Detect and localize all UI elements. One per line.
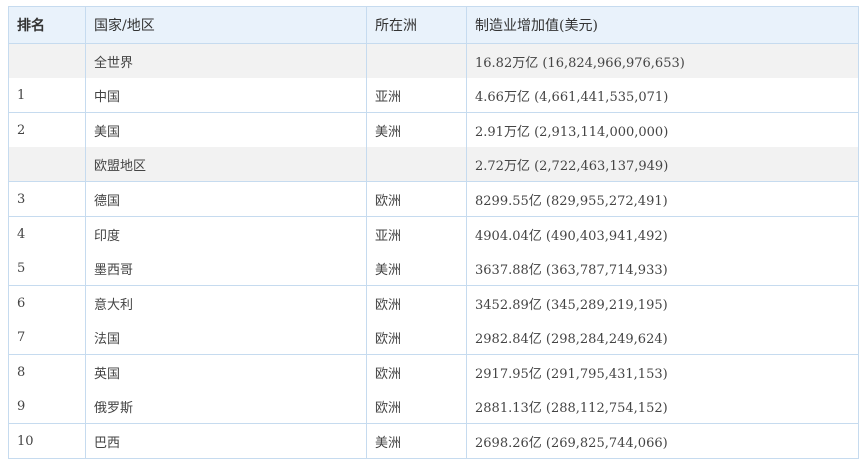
cell-value: 3637.88亿 (363,787,714,933) [466,251,859,286]
table-row: 全世界 16.82万亿 (16,824,966,976,653) [8,43,859,78]
table-row: 10 巴西 美洲 2698.26亿 (269,825,744,066) [8,423,859,459]
cell-rank: 1 [8,78,86,113]
cell-country: 法国 [85,320,367,355]
cell-value: 16.82万亿 (16,824,966,976,653) [466,43,859,78]
cell-country: 全世界 [85,43,367,78]
cell-country: 美国 [85,112,367,147]
table-row: 欧盟地区 2.72万亿 (2,722,463,137,949) [8,147,859,182]
table-row: 4 印度 亚洲 4904.04亿 (490,403,941,492) [8,216,859,251]
cell-rank: 9 [8,389,86,424]
cell-rank: 7 [8,320,86,355]
cell-country: 墨西哥 [85,251,367,286]
cell-rank [8,147,86,182]
cell-rank: 5 [8,251,86,286]
cell-rank: 4 [8,216,86,251]
header-continent: 所在洲 [366,6,467,44]
cell-rank: 6 [8,285,86,320]
cell-continent [366,147,467,182]
cell-value: 2982.84亿 (298,284,249,624) [466,320,859,355]
cell-country: 中国 [85,78,367,113]
cell-value: 3452.89亿 (345,289,219,195) [466,285,859,320]
cell-value: 2698.26亿 (269,825,744,066) [466,423,859,459]
cell-value: 2.91万亿 (2,913,114,000,000) [466,112,859,147]
cell-rank: 2 [8,112,86,147]
header-country: 国家/地区 [85,6,367,44]
cell-continent: 美洲 [366,251,467,286]
cell-value: 4.66万亿 (4,661,441,535,071) [466,78,859,113]
header-value: 制造业增加值(美元) [466,6,859,44]
table-row: 1 中国 亚洲 4.66万亿 (4,661,441,535,071) [8,78,859,113]
table-row: 9 俄罗斯 欧洲 2881.13亿 (288,112,754,152) [8,389,859,424]
header-row: 排名 国家/地区 所在洲 制造业增加值(美元) [8,6,859,44]
cell-country: 德国 [85,181,367,217]
table-body: 全世界 16.82万亿 (16,824,966,976,653) 1 中国 亚洲… [8,43,859,459]
cell-continent: 欧洲 [366,285,467,320]
cell-rank: 3 [8,181,86,217]
cell-continent: 亚洲 [366,78,467,113]
table-row: 8 英国 欧洲 2917.95亿 (291,795,431,153) [8,354,859,389]
cell-continent: 欧洲 [366,181,467,217]
cell-continent: 欧洲 [366,389,467,424]
cell-value: 2.72万亿 (2,722,463,137,949) [466,147,859,182]
cell-continent: 欧洲 [366,354,467,389]
cell-rank: 8 [8,354,86,389]
header-rank: 排名 [8,6,86,44]
cell-country: 欧盟地区 [85,147,367,182]
table-row: 7 法国 欧洲 2982.84亿 (298,284,249,624) [8,320,859,355]
cell-continent: 亚洲 [366,216,467,251]
cell-value: 4904.04亿 (490,403,941,492) [466,216,859,251]
cell-country: 巴西 [85,423,367,459]
table-row: 6 意大利 欧洲 3452.89亿 (345,289,219,195) [8,285,859,320]
cell-country: 俄罗斯 [85,389,367,424]
cell-continent: 美洲 [366,112,467,147]
cell-value: 8299.55亿 (829,955,272,491) [466,181,859,217]
cell-country: 意大利 [85,285,367,320]
table-row: 2 美国 美洲 2.91万亿 (2,913,114,000,000) [8,112,859,147]
table-row: 3 德国 欧洲 8299.55亿 (829,955,272,491) [8,181,859,217]
cell-continent [366,43,467,78]
table-row: 5 墨西哥 美洲 3637.88亿 (363,787,714,933) [8,251,859,286]
cell-continent: 欧洲 [366,320,467,355]
cell-rank: 10 [8,423,86,459]
table-header: 排名 国家/地区 所在洲 制造业增加值(美元) [8,6,859,44]
manufacturing-value-table: 排名 国家/地区 所在洲 制造业增加值(美元) 全世界 16.82万亿 (16,… [8,6,859,459]
cell-value: 2881.13亿 (288,112,754,152) [466,389,859,424]
cell-rank [8,43,86,78]
cell-continent: 美洲 [366,423,467,459]
cell-country: 英国 [85,354,367,389]
cell-country: 印度 [85,216,367,251]
cell-value: 2917.95亿 (291,795,431,153) [466,354,859,389]
